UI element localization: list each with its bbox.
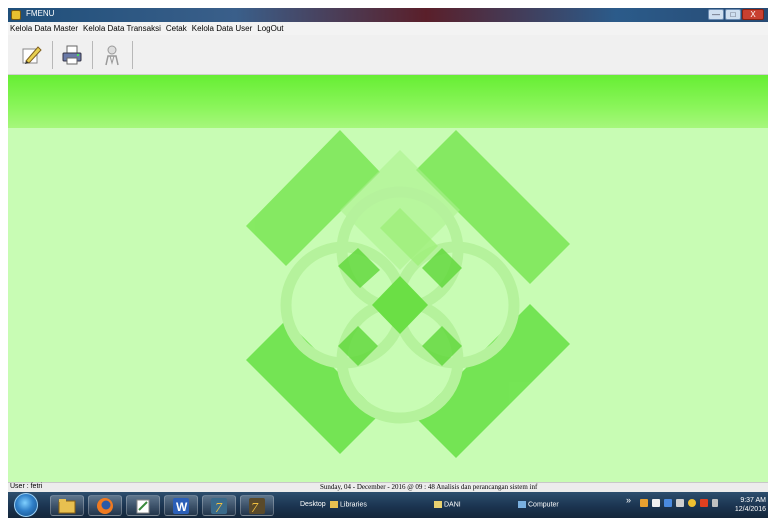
network-icon[interactable] <box>712 499 718 507</box>
maximize-button[interactable]: □ <box>725 9 741 20</box>
window-controls: — □ X <box>708 9 764 20</box>
background-logo-image <box>246 130 570 458</box>
libraries-icon <box>330 501 338 508</box>
app-7-icon[interactable]: 7 <box>202 495 236 516</box>
flag-icon[interactable] <box>652 499 660 507</box>
user-key-icon[interactable] <box>98 41 126 69</box>
taskbar-clock[interactable]: 9:37 AM 12/4/2016 <box>735 496 766 514</box>
status-info: Sunday, 04 - December - 2016 @ 09 : 48 A… <box>320 483 538 491</box>
computer-label[interactable]: Computer <box>518 501 559 508</box>
libraries-label[interactable]: Libraries <box>330 501 367 508</box>
menu-kelola-data-master[interactable]: Kelola Data Master <box>10 24 78 33</box>
system-tray <box>640 499 718 507</box>
tray-alert-icon[interactable] <box>700 499 708 507</box>
toolbar <box>8 35 768 75</box>
menu-kelola-data-user[interactable]: Kelola Data User <box>192 24 252 33</box>
tray-status-icon[interactable] <box>688 499 696 507</box>
dani-text: DANI <box>444 501 461 509</box>
window-titlebar[interactable]: FMENU — □ X <box>8 8 768 22</box>
edit-icon[interactable] <box>18 41 46 69</box>
start-orb-icon[interactable] <box>14 493 38 517</box>
taskbar: W 7 7 Desktop Libraries DANI Computer » <box>8 492 768 518</box>
toolbar-separator <box>132 41 133 69</box>
desktop-screen: FMENU — □ X Kelola Data Master Kelola Da… <box>0 0 769 518</box>
printer-icon[interactable] <box>58 41 86 69</box>
svg-text:W: W <box>176 500 188 514</box>
computer-text: Computer <box>528 501 559 509</box>
dani-label[interactable]: DANI <box>434 501 461 508</box>
tray-app-icon[interactable] <box>640 499 648 507</box>
menu-kelola-data-transaksi[interactable]: Kelola Data Transaksi <box>83 24 161 33</box>
clock-time: 9:37 AM <box>740 497 766 504</box>
minimize-button[interactable]: — <box>708 9 724 20</box>
app-icon <box>11 10 21 20</box>
notepad-icon[interactable] <box>126 495 160 516</box>
desktop-toolbar-label[interactable]: Desktop <box>300 501 326 508</box>
close-button[interactable]: X <box>742 9 764 20</box>
header-banner <box>8 75 768 128</box>
menu-logout[interactable]: LogOut <box>257 24 283 33</box>
status-bar: User : fetri Sunday, 04 - December - 201… <box>8 482 768 492</box>
status-user: User : fetri <box>10 483 43 490</box>
folder-icon <box>434 501 442 508</box>
app-7b-icon[interactable]: 7 <box>240 495 274 516</box>
clock-date: 12/4/2016 <box>734 506 766 513</box>
menu-cetak[interactable]: Cetak <box>166 24 187 33</box>
toolbar-separator <box>92 41 93 69</box>
mdi-client-area <box>8 128 768 482</box>
word-icon[interactable]: W <box>164 495 198 516</box>
svg-text:7: 7 <box>215 501 223 515</box>
speaker-icon[interactable] <box>676 499 684 507</box>
window-title: FMENU <box>26 9 55 18</box>
bluetooth-icon[interactable] <box>664 499 672 507</box>
overflow-chevron[interactable]: » <box>626 495 631 505</box>
toolbar-separator <box>52 41 53 69</box>
firefox-icon[interactable] <box>88 495 122 516</box>
libraries-text: Libraries <box>340 501 367 509</box>
computer-icon <box>518 501 526 508</box>
menu-bar: Kelola Data Master Kelola Data Transaksi… <box>8 22 768 35</box>
file-explorer-icon[interactable] <box>50 495 84 516</box>
svg-text:7: 7 <box>251 501 259 515</box>
